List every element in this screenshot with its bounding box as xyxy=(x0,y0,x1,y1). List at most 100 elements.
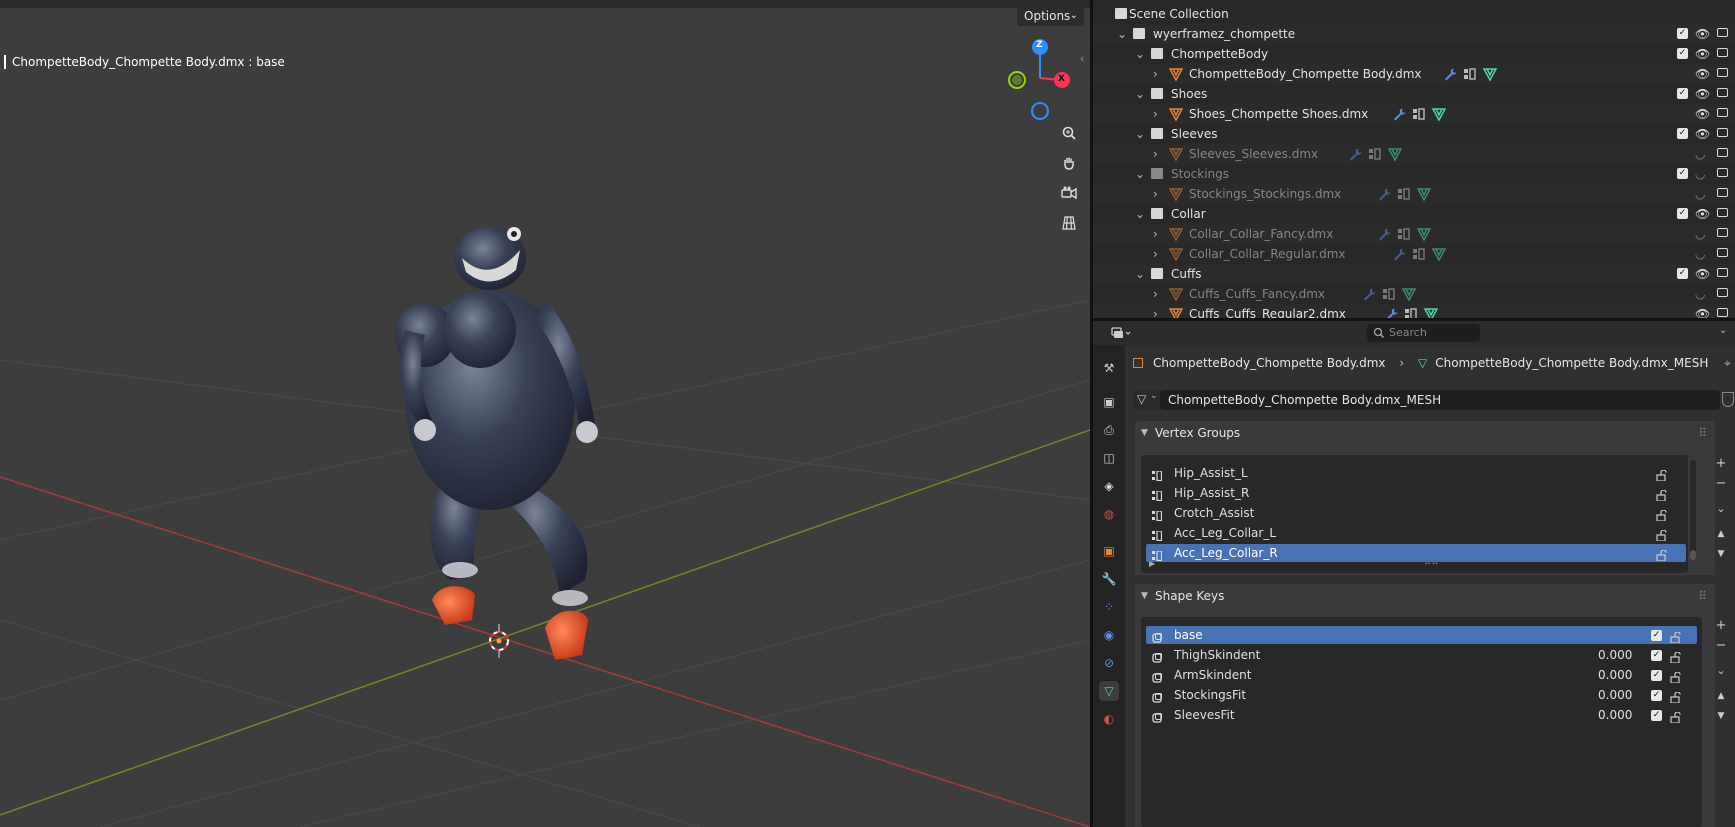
outliner-row[interactable]: › Cuffs_Cuffs_Fancy.dmx ◡ xyxy=(1093,284,1735,304)
camera-render-icon[interactable] xyxy=(1717,28,1728,37)
shape-key-mute-checkbox[interactable]: ✓ xyxy=(1651,630,1662,641)
camera-render-icon[interactable] xyxy=(1717,268,1728,277)
outliner-item-label[interactable]: ChompetteBody xyxy=(1171,44,1268,64)
zoom-icon[interactable] xyxy=(1056,120,1082,146)
chevron-right-icon[interactable]: › xyxy=(1153,284,1158,304)
mesh-data-tab-icon[interactable]: ▽ xyxy=(1099,681,1119,701)
chevron-right-icon[interactable]: › xyxy=(1153,64,1158,84)
chevron-down-icon[interactable]: ⌄ xyxy=(1135,264,1145,284)
outliner-item-label[interactable]: Cuffs_Cuffs_Regular2.dmx xyxy=(1189,304,1346,318)
gizmo-x-label[interactable]: X xyxy=(1058,74,1065,84)
vertex-group-row[interactable]: Crotch_Assist xyxy=(1146,504,1686,522)
scene-tab-icon[interactable]: ◈ xyxy=(1099,476,1119,496)
camera-render-icon[interactable] xyxy=(1717,308,1728,317)
move-down-icon[interactable]: ▼ xyxy=(1712,545,1730,563)
eye-closed-icon[interactable]: ◡ xyxy=(1695,164,1705,184)
editor-type-icon[interactable] xyxy=(1111,325,1133,341)
vertex-group-name[interactable]: Hip_Assist_R xyxy=(1174,484,1249,502)
unlock-icon[interactable] xyxy=(1670,630,1681,644)
outliner-item-label[interactable]: Stockings xyxy=(1171,164,1229,184)
constraints-tab-icon[interactable]: ⊘ xyxy=(1099,653,1119,673)
exclude-checkbox[interactable]: ✓ xyxy=(1677,208,1688,219)
camera-render-icon[interactable] xyxy=(1717,228,1728,237)
camera-render-icon[interactable] xyxy=(1717,188,1728,197)
fake-user-shield-icon[interactable] xyxy=(1722,392,1734,407)
unlock-icon[interactable] xyxy=(1670,710,1681,724)
outliner-row[interactable]: ⌄ Shoes ✓ 👁 xyxy=(1093,84,1735,104)
chevron-down-icon[interactable]: ⌄ xyxy=(1135,164,1145,184)
unlock-icon[interactable] xyxy=(1670,650,1681,664)
object-tab-icon[interactable]: ▣ xyxy=(1099,541,1119,561)
outliner-panel[interactable]: Scene Collection ⌄ wyerframez_chompette ✓ 👁 ⌄… xyxy=(1093,0,1735,318)
properties-search-input[interactable]: Search xyxy=(1367,324,1480,342)
exclude-checkbox[interactable]: ✓ xyxy=(1677,268,1688,279)
camera-render-icon[interactable] xyxy=(1717,108,1728,117)
eye-icon[interactable]: 👁 xyxy=(1695,264,1710,284)
eye-closed-icon[interactable]: ◡ xyxy=(1695,144,1705,164)
outliner-item-label[interactable]: Shoes_Chompette Shoes.dmx xyxy=(1189,104,1368,124)
material-tab-icon[interactable]: ◐ xyxy=(1099,709,1119,729)
unlock-icon[interactable] xyxy=(1656,468,1667,482)
chevron-down-icon[interactable]: ⌄ xyxy=(1719,325,1727,336)
outliner-row[interactable]: › Cuffs_Cuffs_Regular2.dmx 👁 xyxy=(1093,304,1735,318)
outliner-row[interactable]: ⌄ Collar ✓ 👁 xyxy=(1093,204,1735,224)
eye-closed-icon[interactable]: ◡ xyxy=(1695,224,1705,244)
outliner-row[interactable]: ⌄ ChompetteBody ✓ 👁 xyxy=(1093,44,1735,64)
perspective-grid-icon[interactable] xyxy=(1056,210,1082,236)
sidebar-toggle-arrow[interactable]: ‹ xyxy=(1080,52,1084,65)
outliner-item-label[interactable]: Shoes xyxy=(1171,84,1207,104)
exclude-checkbox[interactable]: ✓ xyxy=(1677,88,1688,99)
shape-key-name[interactable]: ArmSkindent xyxy=(1174,666,1251,684)
shape-key-row[interactable]: ThighSkindent 0.000 ✓ xyxy=(1146,646,1697,664)
outliner-item-label[interactable]: ChompetteBody_Chompette Body.dmx xyxy=(1189,64,1422,84)
outliner-item-label[interactable]: Collar xyxy=(1171,204,1206,224)
particles-tab-icon[interactable]: ⁘ xyxy=(1099,597,1119,617)
camera-render-icon[interactable] xyxy=(1717,88,1728,97)
unlock-icon[interactable] xyxy=(1670,690,1681,704)
camera-render-icon[interactable] xyxy=(1717,168,1728,177)
eye-closed-icon[interactable]: ◡ xyxy=(1695,244,1705,264)
outliner-item-label[interactable]: Cuffs_Cuffs_Fancy.dmx xyxy=(1189,284,1325,304)
camera-render-icon[interactable] xyxy=(1717,148,1728,157)
shape-key-row[interactable]: SleevesFit 0.000 ✓ xyxy=(1146,706,1697,724)
shape-key-mute-checkbox[interactable]: ✓ xyxy=(1651,710,1662,721)
shape-key-row[interactable]: ArmSkindent 0.000 ✓ xyxy=(1146,666,1697,684)
camera-render-icon[interactable] xyxy=(1717,48,1728,57)
mesh-name-field[interactable]: ChompetteBody_Chompette Body.dmx_MESH xyxy=(1160,390,1720,410)
move-up-icon[interactable]: ▲ xyxy=(1712,687,1730,705)
vertex-group-name[interactable]: Crotch_Assist xyxy=(1174,504,1254,522)
camera-render-icon[interactable] xyxy=(1717,288,1728,297)
outliner-item-label[interactable]: Sleeves xyxy=(1171,124,1217,144)
vertex-group-row[interactable]: Acc_Leg_Collar_L xyxy=(1146,524,1686,542)
chevron-down-icon[interactable]: ⌄ xyxy=(1135,44,1145,64)
drag-handle-icon[interactable]: ⠿ xyxy=(1698,584,1707,608)
shape-key-mute-checkbox[interactable]: ✓ xyxy=(1651,690,1662,701)
chevron-right-icon[interactable]: › xyxy=(1153,104,1158,124)
unlock-icon[interactable] xyxy=(1656,528,1667,542)
eye-icon[interactable]: 👁 xyxy=(1695,104,1710,124)
3d-viewport[interactable]: ChompetteBody_Chompette Body.dmx : base … xyxy=(0,0,1090,827)
chevron-down-icon[interactable]: ⌄ xyxy=(1135,124,1145,144)
modifier-wrench-icon[interactable]: 🔧 xyxy=(1099,569,1119,589)
eye-icon[interactable]: 👁 xyxy=(1695,44,1710,64)
exclude-checkbox[interactable]: ✓ xyxy=(1677,168,1688,179)
outliner-row[interactable]: › ChompetteBody_Chompette Body.dmx 👁 xyxy=(1093,64,1735,84)
shape-key-value[interactable]: 0.000 xyxy=(1598,686,1632,704)
eye-icon[interactable]: 👁 xyxy=(1695,64,1710,84)
shape-key-row[interactable]: StockingsFit 0.000 ✓ xyxy=(1146,686,1697,704)
outliner-row[interactable]: › Sleeves_Sleeves.dmx ◡ xyxy=(1093,144,1735,164)
eye-closed-icon[interactable]: ◡ xyxy=(1695,184,1705,204)
remove-shape-key-button[interactable]: − xyxy=(1712,637,1730,655)
camera-render-icon[interactable] xyxy=(1717,248,1728,257)
outliner-item-label[interactable]: wyerframez_chompette xyxy=(1153,24,1295,44)
camera-render-icon[interactable] xyxy=(1717,128,1728,137)
shape-key-name[interactable]: StockingsFit xyxy=(1174,686,1246,704)
output-tab-icon[interactable]: ⎙ xyxy=(1099,420,1119,440)
chevron-right-icon[interactable]: › xyxy=(1153,304,1158,318)
camera-view-icon[interactable] xyxy=(1056,180,1082,206)
outliner-row[interactable]: › Collar_Collar_Fancy.dmx ◡ xyxy=(1093,224,1735,244)
eye-icon[interactable]: 👁 xyxy=(1695,84,1710,104)
gizmo-z-label[interactable]: Z xyxy=(1036,40,1043,50)
pin-icon[interactable]: ⌖ xyxy=(1724,356,1731,371)
shape-key-value[interactable]: 0.000 xyxy=(1598,666,1632,684)
